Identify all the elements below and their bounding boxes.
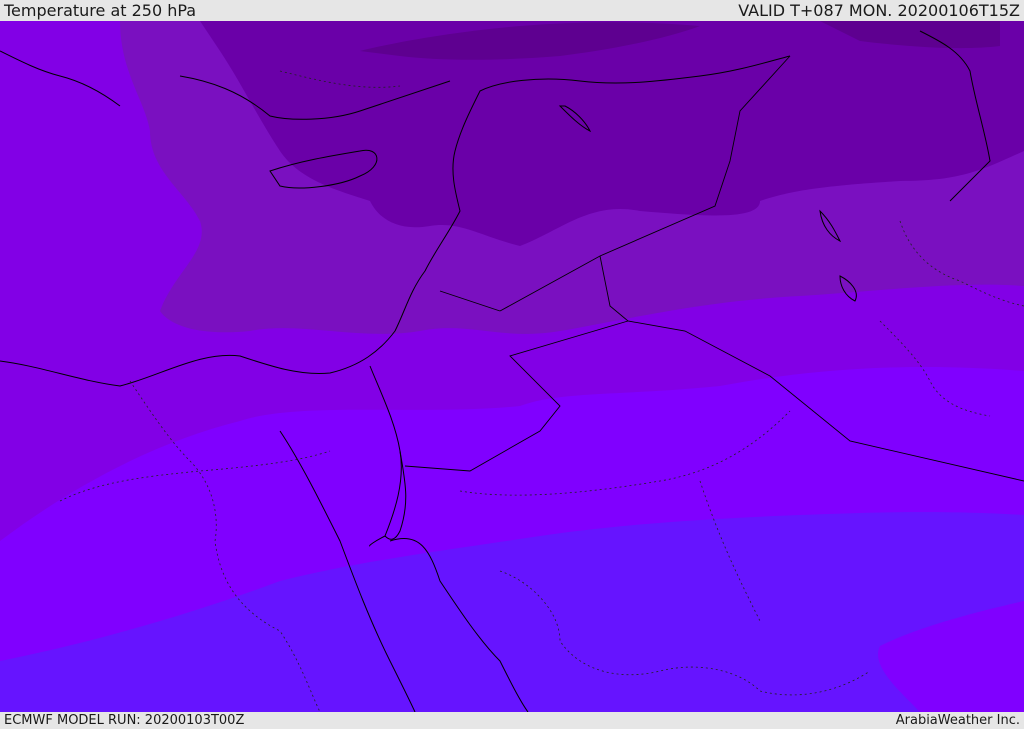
map-canvas <box>0 21 1024 712</box>
valid-time: VALID T+087 MON. 20200106T15Z <box>738 1 1020 20</box>
model-run: ECMWF MODEL RUN: 20200103T00Z <box>4 713 245 728</box>
credit: ArabiaWeather Inc. <box>895 713 1020 728</box>
map-footer: ECMWF MODEL RUN: 20200103T00Z ArabiaWeat… <box>0 712 1024 729</box>
map-header: Temperature at 250 hPa VALID T+087 MON. … <box>0 0 1024 21</box>
temperature-map[interactable] <box>0 21 1024 712</box>
map-title: Temperature at 250 hPa <box>4 1 197 20</box>
